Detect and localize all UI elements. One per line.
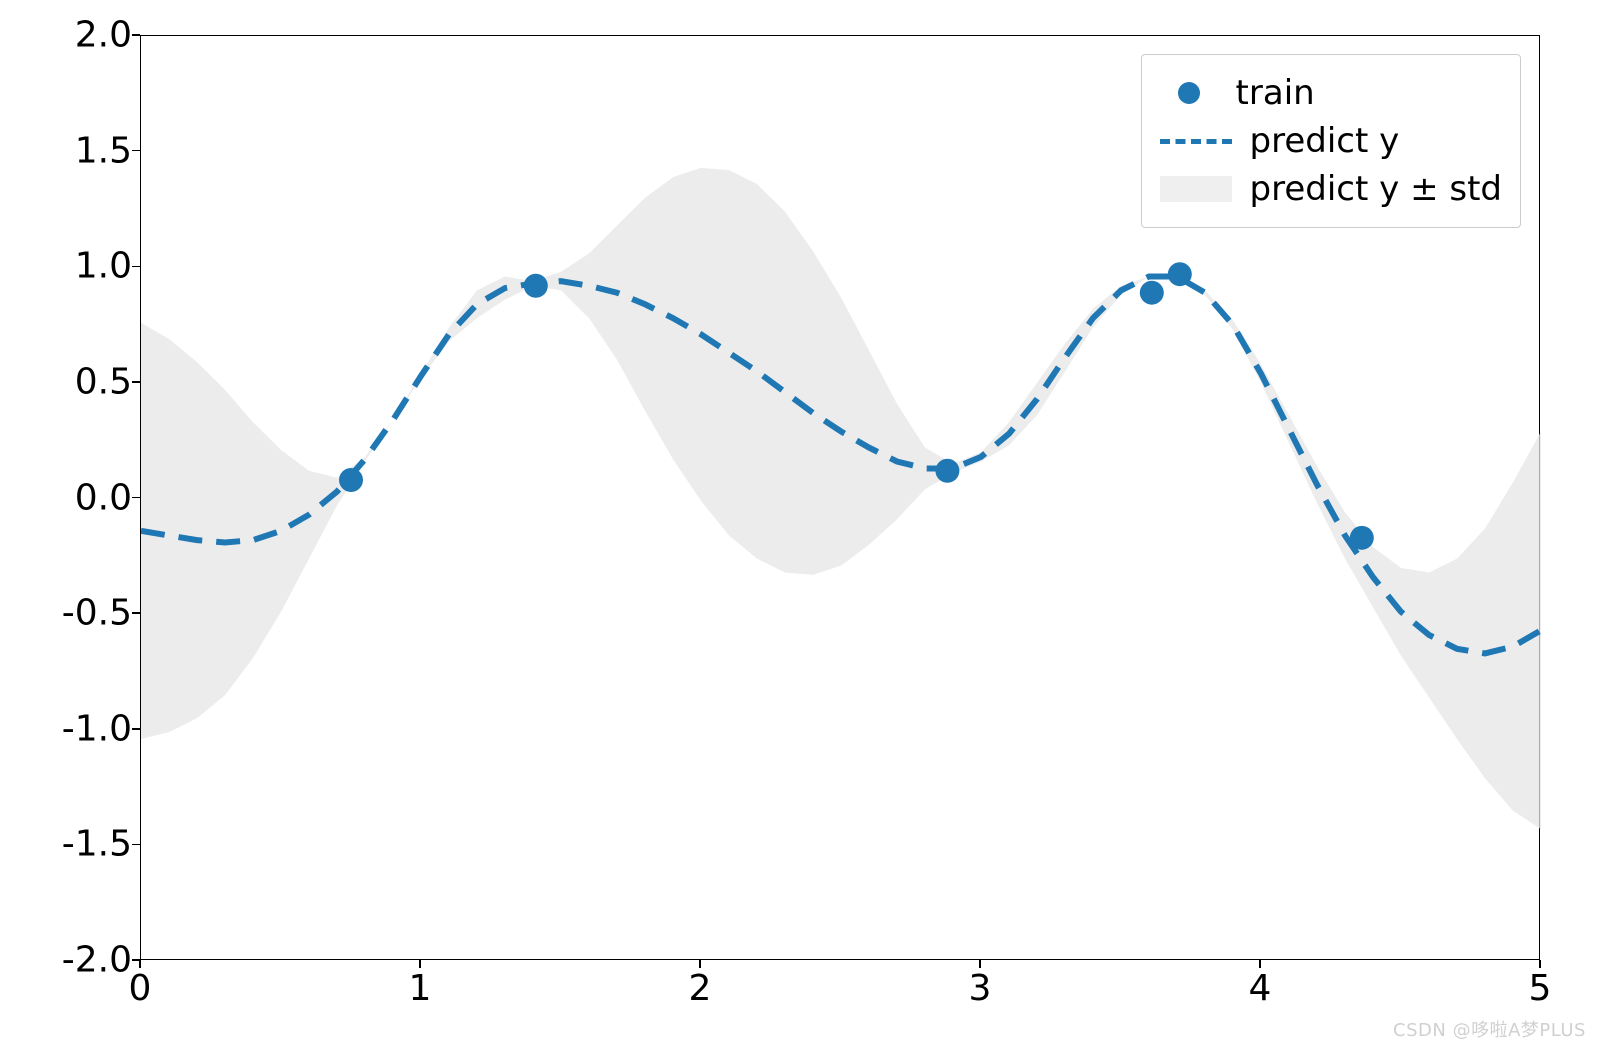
train-point bbox=[339, 468, 363, 492]
y-tick-label: -2.0 bbox=[62, 940, 132, 981]
y-tick-label: 0.5 bbox=[75, 361, 132, 402]
x-tick-mark bbox=[699, 960, 701, 968]
chart-container: train predict y predict y ± std -2.0-1.5… bbox=[140, 35, 1540, 960]
y-tick-label: -1.5 bbox=[62, 824, 132, 865]
train-point bbox=[1350, 526, 1374, 550]
y-tick-mark bbox=[132, 728, 140, 730]
y-tick-mark bbox=[132, 34, 140, 36]
x-tick-mark bbox=[1539, 960, 1541, 968]
y-tick-mark bbox=[132, 150, 140, 152]
uncertainty-band bbox=[141, 168, 1541, 829]
train-point bbox=[935, 459, 959, 483]
y-tick-label: 1.5 bbox=[75, 130, 132, 171]
y-tick-label: 0.0 bbox=[75, 477, 132, 518]
y-tick-mark bbox=[132, 497, 140, 499]
watermark: CSDN @哆啦A梦PLUS bbox=[1393, 1016, 1586, 1042]
legend-row-fill: predict y ± std bbox=[1160, 165, 1502, 213]
x-tick-label: 0 bbox=[129, 968, 152, 1009]
x-tick-mark bbox=[1259, 960, 1261, 968]
legend-row-train: train bbox=[1160, 69, 1502, 117]
legend: train predict y predict y ± std bbox=[1141, 54, 1521, 228]
y-tick-mark bbox=[132, 381, 140, 383]
y-tick-mark bbox=[132, 844, 140, 846]
x-tick-label: 4 bbox=[1249, 968, 1272, 1009]
legend-row-predict: predict y bbox=[1160, 117, 1502, 165]
x-tick-mark bbox=[419, 960, 421, 968]
legend-label: predict y bbox=[1250, 121, 1400, 161]
x-tick-label: 3 bbox=[969, 968, 992, 1009]
x-tick-mark bbox=[139, 960, 141, 968]
y-tick-label: -0.5 bbox=[62, 593, 132, 634]
x-tick-label: 1 bbox=[409, 968, 432, 1009]
train-point bbox=[524, 274, 548, 298]
dashed-line-icon bbox=[1160, 139, 1232, 144]
x-tick-label: 2 bbox=[689, 968, 712, 1009]
y-tick-label: 2.0 bbox=[75, 15, 132, 56]
y-tick-mark bbox=[132, 612, 140, 614]
train-point bbox=[1140, 281, 1164, 305]
legend-label: predict y ± std bbox=[1250, 169, 1502, 209]
x-tick-label: 5 bbox=[1529, 968, 1552, 1009]
dot-marker-icon bbox=[1178, 82, 1200, 104]
x-tick-mark bbox=[979, 960, 981, 968]
y-tick-label: 1.0 bbox=[75, 246, 132, 287]
plot-area: train predict y predict y ± std bbox=[140, 35, 1540, 960]
y-tick-mark bbox=[132, 266, 140, 268]
fill-patch-icon bbox=[1160, 176, 1232, 202]
legend-label: train bbox=[1236, 73, 1315, 113]
y-tick-label: -1.0 bbox=[62, 708, 132, 749]
train-point bbox=[1168, 262, 1192, 286]
